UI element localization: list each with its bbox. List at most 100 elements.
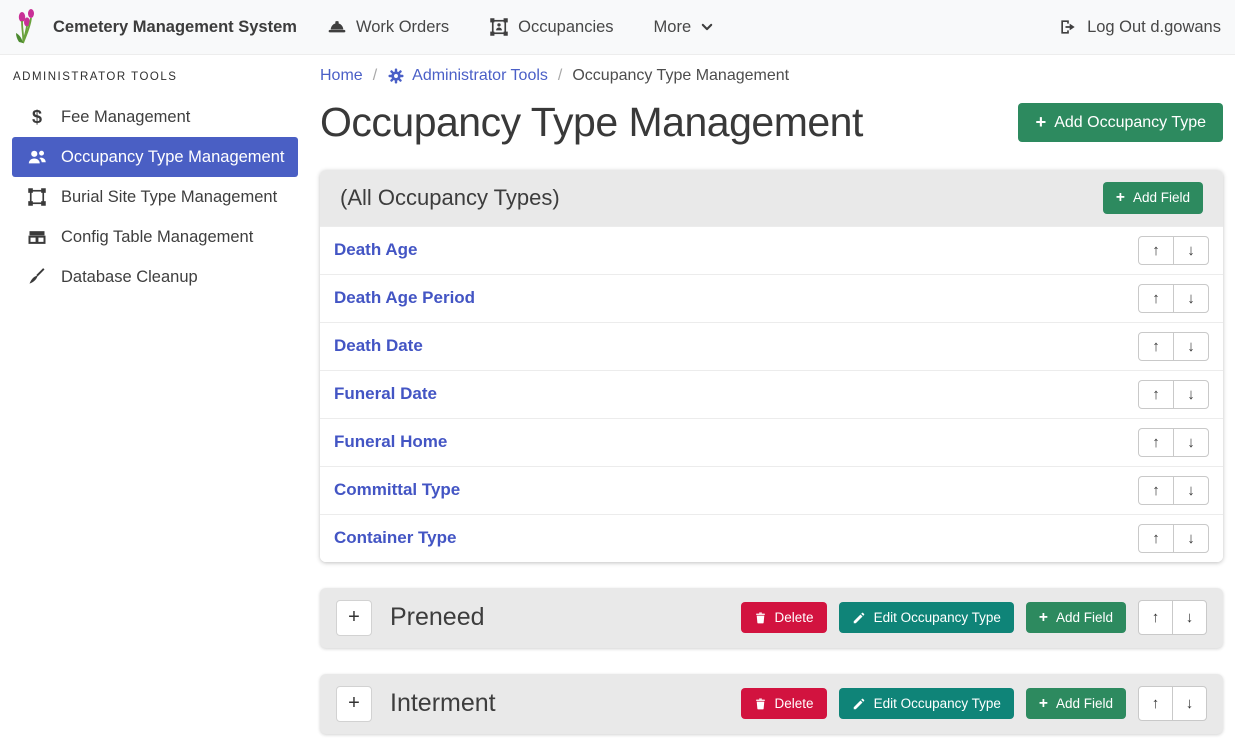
reorder-buttons: ↑ ↓ [1138,332,1209,361]
move-down-button[interactable]: ↓ [1173,428,1209,457]
add-field-button[interactable]: + Add Field [1103,182,1203,214]
logout-label: Log Out d.gowans [1087,18,1221,37]
sidebar-item-label: Burial Site Type Management [61,188,277,207]
field-link[interactable]: Death Age Period [334,288,475,308]
sidebar-item-label: Database Cleanup [61,268,198,287]
add-field-label: Add Field [1056,610,1113,625]
all-occupancy-types-card: (All Occupancy Types) + Add Field Death … [320,170,1223,562]
move-down-button[interactable]: ↓ [1172,686,1207,721]
move-up-button[interactable]: ↑ [1138,524,1174,553]
add-occupancy-type-button[interactable]: + Add Occupancy Type [1018,103,1223,141]
sidebar-item-burial-site-type-management[interactable]: Burial Site Type Management [12,177,298,217]
reorder-buttons: ↑ ↓ [1138,428,1209,457]
gear-icon [387,67,405,85]
move-up-button[interactable]: ↑ [1138,686,1173,721]
field-link[interactable]: Death Age [334,240,417,260]
nav-more[interactable]: More [654,18,715,37]
breadcrumb-admin-tools-label: Administrator Tools [412,67,548,85]
field-link[interactable]: Death Date [334,336,423,356]
trash-icon [754,697,767,711]
main-content: Home / Administrator To [320,55,1223,734]
pencil-icon [852,611,866,625]
move-down-button[interactable]: ↓ [1173,236,1209,265]
sidebar-item-label: Config Table Management [61,228,253,247]
tulip-logo-icon [14,9,44,45]
breadcrumb-separator: / [373,67,377,85]
sidebar-item-label: Fee Management [61,108,190,127]
move-down-button[interactable]: ↓ [1173,332,1209,361]
field-link[interactable]: Funeral Date [334,384,437,404]
move-up-button[interactable]: ↑ [1138,380,1174,409]
field-link[interactable]: Funeral Home [334,432,447,452]
breadcrumb-home-link[interactable]: Home [320,67,363,85]
add-field-button[interactable]: + Add Field [1026,602,1126,634]
reorder-buttons: ↑ ↓ [1138,686,1207,721]
brand[interactable]: Cemetery Management System [14,9,297,45]
move-down-button[interactable]: ↓ [1173,284,1209,313]
page-title: Occupancy Type Management [320,99,863,146]
field-link[interactable]: Committal Type [334,480,460,500]
table-icon [26,227,48,247]
add-field-button[interactable]: + Add Field [1026,688,1126,720]
delete-button[interactable]: Delete [741,602,827,633]
delete-label: Delete [775,610,814,625]
move-up-button[interactable]: ↑ [1138,332,1174,361]
sidebar-item-label: Occupancy Type Management [61,148,285,167]
edit-occupancy-type-label: Edit Occupancy Type [874,696,1001,711]
breadcrumb: Home / Administrator To [320,67,1223,85]
move-down-button[interactable]: ↓ [1172,600,1207,635]
expand-section-button[interactable]: + [336,686,372,722]
field-row: Death Age ↑ ↓ [320,226,1223,274]
move-up-button[interactable]: ↑ [1138,428,1174,457]
move-up-button[interactable]: ↑ [1138,284,1174,313]
title-row: Occupancy Type Management + Add Occupanc… [320,99,1223,146]
breadcrumb-admin-tools-link[interactable]: Administrator Tools [387,67,548,85]
occupancy-type-section-interment: + Interment Delete [320,674,1223,734]
edit-occupancy-type-button[interactable]: Edit Occupancy Type [839,688,1014,719]
dollar-icon: $ [26,107,48,128]
chevron-down-icon [700,20,714,34]
delete-button[interactable]: Delete [741,688,827,719]
section-title: Preneed [390,603,485,632]
add-field-label: Add Field [1133,190,1190,205]
sidebar-item-database-cleanup[interactable]: Database Cleanup [12,257,298,297]
sidebar-heading: Administrator Tools [0,61,310,97]
plus-icon: + [1039,610,1048,626]
expand-section-button[interactable]: + [336,600,372,636]
main-nav: Work Orders Occupancies M [327,17,714,37]
logout-button[interactable]: Log Out d.gowans [1058,17,1221,37]
hard-hat-icon [327,17,347,37]
move-down-button[interactable]: ↓ [1173,380,1209,409]
move-down-button[interactable]: ↓ [1173,524,1209,553]
section-title: Interment [390,689,496,718]
section-actions: Delete Edit Occupancy Type + Add Field [741,686,1207,721]
occupancy-type-section-preneed: + Preneed Delete [320,588,1223,648]
reorder-buttons: ↑ ↓ [1138,284,1209,313]
edit-occupancy-type-button[interactable]: Edit Occupancy Type [839,602,1014,633]
sign-out-icon [1058,17,1078,37]
field-row: Death Age Period ↑ ↓ [320,274,1223,322]
sidebar-item-occupancy-type-management[interactable]: Occupancy Type Management [12,137,298,177]
top-navbar: Cemetery Management System Work Orders [0,0,1235,55]
move-up-button[interactable]: ↑ [1138,476,1174,505]
field-row: Funeral Date ↑ ↓ [320,370,1223,418]
sidebar-item-fee-management[interactable]: $ Fee Management [12,97,298,137]
nav-occupancies[interactable]: Occupancies [489,17,613,37]
reorder-buttons: ↑ ↓ [1138,600,1207,635]
move-down-button[interactable]: ↓ [1173,476,1209,505]
move-up-button[interactable]: ↑ [1138,236,1174,265]
field-link[interactable]: Container Type [334,528,456,548]
brand-title: Cemetery Management System [53,18,297,37]
field-row: Death Date ↑ ↓ [320,322,1223,370]
sidebar-item-config-table-management[interactable]: Config Table Management [12,217,298,257]
reorder-buttons: ↑ ↓ [1138,380,1209,409]
plus-icon: + [1039,696,1048,712]
delete-label: Delete [775,696,814,711]
move-up-button[interactable]: ↑ [1138,600,1173,635]
add-field-label: Add Field [1056,696,1113,711]
users-icon [26,147,48,167]
field-row: Committal Type ↑ ↓ [320,466,1223,514]
plus-icon: + [1116,190,1125,206]
nav-work-orders[interactable]: Work Orders [327,17,449,37]
breadcrumb-separator: / [558,67,562,85]
